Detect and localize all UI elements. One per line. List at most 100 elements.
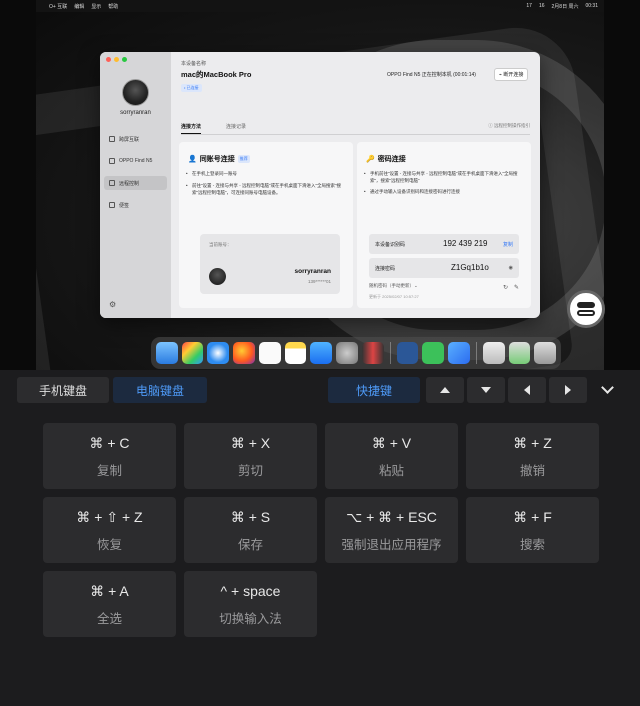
sidebar-item-notes[interactable]: 便签 bbox=[104, 198, 167, 212]
account-name: sorryranran bbox=[294, 268, 332, 275]
same-account-step-2: 前往“设置 - 连接与共享 - 远程控制电脑”或在手机桌面下滑进入“全局搜索”搜… bbox=[186, 182, 344, 196]
toggle-controls-button[interactable] bbox=[567, 290, 605, 328]
shortcuts-tab[interactable]: 快捷键 bbox=[328, 377, 420, 403]
menubar-app-name[interactable]: O+ 互联 bbox=[49, 3, 67, 10]
close-icon[interactable] bbox=[106, 57, 111, 62]
menubar-status-a: 17 bbox=[526, 3, 532, 9]
eye-icon[interactable]: ◉ bbox=[509, 265, 513, 271]
window-traffic-lights bbox=[106, 57, 127, 62]
arrow-down-icon bbox=[481, 387, 491, 393]
arrow-up-icon bbox=[440, 387, 450, 393]
remote-desktop-view[interactable]: O+ 互联 编辑 显示 帮助 17 16 2月8日 周六 00:31 sorry… bbox=[36, 0, 604, 370]
minimize-icon[interactable] bbox=[114, 57, 119, 62]
key-icon: 🔑 bbox=[366, 156, 375, 163]
shortcut-force-quit-key[interactable]: ⌥ + ⌘ + ESC 强制退出应用程序 bbox=[325, 497, 458, 563]
keyboard-toolbar: 手机键盘 电脑键盘 快捷键 bbox=[0, 370, 640, 410]
menubar-status-b: 16 bbox=[538, 3, 545, 9]
tab-connect-history[interactable]: 连接记录 bbox=[226, 123, 246, 130]
document-icon[interactable] bbox=[482, 342, 505, 364]
password-step-1: 手机前往“设置 - 连接与共享 - 远程控制电脑”或在手机桌面下滑进入“全局搜索… bbox=[364, 170, 522, 184]
password-row: 连接密码 Z1Gq1b1o ◉ bbox=[369, 258, 519, 278]
shortcut-search-key[interactable]: ⌘ + F 搜索 bbox=[466, 497, 599, 563]
notes-icon[interactable] bbox=[284, 342, 307, 364]
letterbox-right bbox=[604, 0, 640, 370]
current-account-box: 当前账号： sorryranran 139******01 bbox=[200, 234, 340, 294]
window-sidebar: sorryranran 跨屏互联 OPPO Find N5 远程控制 便签 ⚙ bbox=[100, 52, 171, 318]
phone-keyboard-tab[interactable]: 手机键盘 bbox=[17, 377, 109, 403]
sidebar-item-phone[interactable]: OPPO Find N5 bbox=[104, 154, 167, 168]
password-value: Z1Gq1b1o bbox=[451, 263, 489, 272]
arrow-right-icon bbox=[565, 385, 571, 395]
menubar-item-help[interactable]: 帮助 bbox=[108, 3, 118, 10]
tab-connect-method[interactable]: 连接方法 bbox=[181, 123, 202, 134]
toggle-icon bbox=[577, 302, 595, 308]
shortcut-save-key[interactable]: ⌘ + S 保存 bbox=[184, 497, 317, 563]
avatar bbox=[122, 79, 149, 106]
menubar-time: 00:31 bbox=[585, 3, 598, 9]
word-icon[interactable] bbox=[396, 342, 419, 364]
launchpad-icon[interactable] bbox=[181, 342, 204, 364]
dock bbox=[151, 337, 561, 369]
dock-divider bbox=[389, 342, 391, 364]
arrow-left-icon bbox=[524, 385, 530, 395]
sidebar-item-cross-screen[interactable]: 跨屏互联 bbox=[104, 132, 167, 146]
device-id-label: 本设备识别码 bbox=[375, 242, 406, 248]
arrow-left-button[interactable] bbox=[508, 377, 546, 403]
remote-control-window: sorryranran 跨屏互联 OPPO Find N5 远程控制 便签 ⚙ … bbox=[100, 52, 540, 318]
sidebar-nav: 跨屏互联 OPPO Find N5 远程控制 便签 bbox=[104, 132, 167, 220]
letterbox-left bbox=[0, 0, 36, 370]
control-status: OPPO Find N5 正在控制本机 (00:01:14) bbox=[387, 72, 476, 78]
status-badge: • 已连接 bbox=[181, 84, 202, 92]
shortcut-copy-key[interactable]: ⌘ + C 复制 bbox=[43, 423, 176, 489]
remote-icon bbox=[109, 180, 115, 186]
arrow-right-button[interactable] bbox=[549, 377, 587, 403]
phone-mirror-icon[interactable] bbox=[361, 342, 384, 364]
finder-icon[interactable] bbox=[156, 342, 178, 364]
copy-button[interactable]: 复制 bbox=[503, 241, 513, 248]
shortcut-redo-key[interactable]: ⌘ + ⇧ + Z 恢复 bbox=[43, 497, 176, 563]
same-account-title: 同账号连接 bbox=[199, 156, 235, 163]
password-mode-select[interactable]: 随机密码（手动更新）⌄ bbox=[369, 283, 418, 289]
app-store-icon[interactable] bbox=[310, 342, 333, 364]
wechat-icon[interactable] bbox=[422, 342, 445, 364]
device-id-row: 本设备识别码 192 439 219 复制 bbox=[369, 234, 519, 254]
shortcut-cut-key[interactable]: ⌘ + X 剪切 bbox=[184, 423, 317, 489]
dock-divider bbox=[475, 342, 477, 364]
pc-keyboard-tab[interactable]: 电脑键盘 bbox=[113, 377, 207, 403]
disconnect-button[interactable]: ⌁ 断开连接 bbox=[494, 68, 529, 81]
collapse-keyboard-button[interactable] bbox=[596, 380, 618, 400]
note-icon bbox=[109, 202, 115, 208]
arrow-down-button[interactable] bbox=[467, 377, 505, 403]
reminders-icon[interactable] bbox=[258, 342, 281, 364]
password-updated-time: 更新于 2025/02/07 10:57:27 bbox=[369, 294, 419, 299]
password-label: 连接密码 bbox=[375, 266, 396, 272]
window-tabs: 连接方法 连接记录 ⓘ 远程控制操作指引 bbox=[181, 123, 530, 135]
same-account-card: 👤同账号连接推荐 在手机上登录同一账号 前往“设置 - 连接与共享 - 远程控制… bbox=[179, 142, 353, 308]
trash-icon[interactable] bbox=[534, 342, 556, 364]
sidebar-item-remote-control[interactable]: 远程控制 bbox=[104, 176, 167, 190]
shortcut-switch-input-key[interactable]: ^ + space 切换输入法 bbox=[184, 571, 317, 637]
shortcut-paste-key[interactable]: ⌘ + V 粘贴 bbox=[325, 423, 458, 489]
chevron-down-icon bbox=[600, 381, 614, 394]
toggle-icon bbox=[577, 310, 595, 316]
o-connect-icon[interactable] bbox=[448, 342, 470, 364]
app-root: O+ 互联 编辑 显示 帮助 17 16 2月8日 周六 00:31 sorry… bbox=[0, 0, 640, 706]
window-main: 本设备名称 mac的MacBook Pro • 已连接 OPPO Find N5… bbox=[171, 52, 540, 318]
document-icon[interactable] bbox=[508, 342, 531, 364]
fullscreen-icon[interactable] bbox=[122, 57, 127, 62]
settings-icon[interactable] bbox=[336, 342, 358, 364]
menubar-item-edit[interactable]: 编辑 bbox=[74, 3, 84, 10]
edit-icon[interactable]: ✎ bbox=[514, 284, 519, 291]
device-label: 本设备名称 bbox=[181, 61, 207, 67]
gear-icon[interactable]: ⚙ bbox=[109, 300, 116, 309]
sidebar-username: sorryranran bbox=[120, 110, 151, 116]
menubar-item-view[interactable]: 显示 bbox=[91, 3, 101, 10]
refresh-icon[interactable]: ↻ bbox=[503, 284, 508, 291]
safari-icon[interactable] bbox=[207, 342, 230, 364]
firefox-icon[interactable] bbox=[233, 342, 255, 364]
shortcut-select-all-key[interactable]: ⌘ + A 全选 bbox=[43, 571, 176, 637]
user-icon: 👤 bbox=[188, 156, 197, 163]
help-link[interactable]: ⓘ 远程控制操作指引 bbox=[488, 123, 530, 129]
arrow-up-button[interactable] bbox=[426, 377, 464, 403]
shortcut-undo-key[interactable]: ⌘ + Z 撤销 bbox=[466, 423, 599, 489]
